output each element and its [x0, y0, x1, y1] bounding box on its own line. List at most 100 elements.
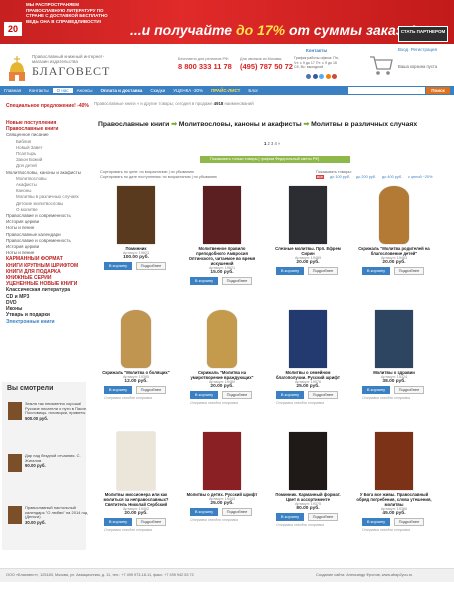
add-to-cart-button[interactable]: В корзину — [362, 267, 390, 275]
bold-cat-1[interactable]: КНИГИ КРУПНЫМ ШРИФТОМ — [6, 263, 90, 269]
details-button[interactable]: Подробнее — [222, 277, 252, 285]
product-cover[interactable] — [207, 310, 237, 368]
details-button[interactable]: Подробнее — [136, 262, 166, 270]
product-cover[interactable] — [117, 186, 155, 244]
prayers-sub-3[interactable]: Молитвы в различных случаях — [6, 194, 90, 200]
seen-book-cover[interactable] — [8, 402, 22, 420]
cart-icon[interactable] — [368, 52, 394, 78]
price-filter-4[interactable]: с ценой ~20% — [408, 175, 432, 179]
register-link[interactable]: Регистрация — [411, 47, 437, 52]
price-filter-2[interactable]: до 200 руб. — [356, 175, 376, 179]
product-cover[interactable] — [121, 310, 151, 368]
details-button[interactable]: Подробнее — [222, 508, 252, 516]
search-button[interactable]: Поиск — [426, 87, 450, 94]
logo-name[interactable]: БЛАГОВЕСТ — [32, 64, 110, 79]
search-input[interactable] — [348, 87, 425, 94]
product-cover[interactable] — [289, 186, 327, 244]
title-part-0[interactable]: Православные книги — [98, 121, 169, 128]
seen-book-cover[interactable] — [8, 454, 22, 472]
details-button[interactable]: Подробнее — [394, 386, 424, 394]
banner-headline-accent: до 17% — [235, 22, 286, 38]
bold-cat-10[interactable]: Электронные книги — [6, 319, 90, 325]
social-icon-2[interactable] — [319, 74, 324, 79]
product-card: У Бога все живы. Православный обряд погр… — [356, 432, 432, 532]
product-name[interactable]: Слезные молитвы. Прп. Ефрем Сирин — [270, 246, 346, 256]
product-price: 20.00 руб. — [210, 384, 234, 389]
page-»[interactable]: » — [278, 141, 280, 146]
prayers-link[interactable]: Молитвословы, каноны и акафисты — [6, 170, 90, 176]
product-cover[interactable] — [203, 186, 241, 244]
product-name[interactable]: Поминник. Карманный формат. Цвет в ассор… — [270, 492, 346, 502]
product-cover[interactable] — [375, 432, 413, 490]
add-to-cart-button[interactable]: В корзину — [362, 518, 390, 526]
become-partner-button[interactable]: СТАТЬ ПАРТНЕРОМ — [398, 26, 448, 42]
contacts-link[interactable]: Контакты — [306, 48, 327, 53]
footer-credits[interactable]: Создание сайта: Александр Фролов, www.af… — [316, 573, 412, 577]
product-cover[interactable] — [289, 310, 327, 368]
login-link[interactable]: Вход — [398, 47, 408, 52]
shipping-note: Отправка сегодня отправка — [276, 523, 324, 527]
product-cover[interactable] — [289, 432, 327, 490]
nav-item-5[interactable]: Скидки — [146, 88, 169, 93]
details-button[interactable]: Подробнее — [394, 518, 424, 526]
details-button[interactable]: Подробнее — [136, 386, 166, 394]
product-name[interactable]: Молитвенное правило преподобного Амвроси… — [184, 246, 260, 266]
church-dome-icon[interactable] — [6, 56, 28, 82]
breadcrumb-text[interactable]: Православные книги » и другие товары; се… — [94, 101, 213, 106]
add-to-cart-button[interactable]: В корзину — [276, 267, 304, 275]
seen-book-cover[interactable] — [8, 506, 22, 524]
add-to-cart-button[interactable]: В корзину — [190, 391, 218, 399]
product-cover[interactable] — [117, 432, 155, 490]
nav-item-0[interactable]: Главная — [0, 88, 25, 93]
social-icon-3[interactable] — [325, 74, 331, 79]
nav-item-1[interactable]: Контакты — [25, 88, 52, 93]
add-to-cart-button[interactable]: В корзину — [276, 391, 304, 399]
product-name[interactable]: Скрижаль "Молитва на умиротворение вражд… — [184, 370, 260, 380]
special-offer-link[interactable]: Специальное предложение! -40% — [6, 103, 90, 109]
nav-item-3[interactable]: Анонсы — [73, 88, 97, 93]
sort-by-date[interactable]: Сортировать по дате поступления: по возр… — [100, 175, 217, 180]
page-title: Православные книги ➡ Молитвословы, канон… — [98, 120, 417, 128]
filter-bar[interactable]: Показывать только товары [ графим Федера… — [200, 156, 350, 163]
details-button[interactable]: Подробнее — [136, 518, 166, 526]
title-part-2[interactable]: Молитвы в различных случаях — [311, 121, 417, 128]
recently-viewed-list: Земля так неизменно хороша! Русские писа… — [8, 401, 88, 558]
product-cover[interactable] — [379, 186, 409, 244]
product-name[interactable]: У Бога все живы. Православный обряд погр… — [356, 492, 432, 507]
product-cover[interactable] — [375, 310, 413, 368]
product-cover[interactable] — [203, 432, 241, 490]
add-to-cart-button[interactable]: В корзину — [276, 513, 304, 521]
details-button[interactable]: Подробнее — [308, 267, 338, 275]
social-icon-1[interactable] — [312, 74, 318, 79]
add-to-cart-button[interactable]: В корзину — [104, 262, 132, 270]
social-icon-4[interactable] — [332, 74, 337, 79]
details-button[interactable]: Подробнее — [222, 391, 252, 399]
add-to-cart-button[interactable]: В корзину — [104, 386, 132, 394]
product-name[interactable]: Молитвы миссионера или как молиться за н… — [98, 492, 174, 507]
nav-item-6[interactable]: УЦЕНКА -30% — [169, 88, 207, 93]
product-price: 25.00 руб. — [296, 384, 320, 389]
details-button[interactable]: Подробнее — [308, 513, 338, 521]
price-filter-3[interactable]: до 400 руб. — [382, 175, 402, 179]
seen-item-0[interactable]: Земля так неизменно хороша! Русские писа… — [8, 401, 88, 454]
seen-item-1[interactable]: Дар над бездной отчаяния. С. Жигалов 90.0… — [8, 453, 88, 506]
nav-item-2[interactable]: О нас — [52, 88, 73, 93]
title-part-1[interactable]: Молитвословы, каноны и акафисты — [179, 121, 302, 128]
add-to-cart-button[interactable]: В корзину — [362, 386, 390, 394]
price-filter-0[interactable]: все — [316, 175, 324, 179]
nav-item-8[interactable]: Блог — [244, 88, 262, 93]
product-name[interactable]: Скрижаль "Молитва родителей на благослов… — [356, 246, 432, 256]
nav-item-7[interactable]: ПРАЙС-ЛИСТ — [207, 88, 244, 93]
price-filter-1[interactable]: до 100 руб. — [330, 175, 350, 179]
product-buttons: В корзину Подробнее — [270, 513, 346, 521]
product-name[interactable]: Молитвы о семейном благополучии. Русский… — [270, 370, 346, 380]
details-button[interactable]: Подробнее — [308, 391, 338, 399]
add-to-cart-button[interactable]: В корзину — [104, 518, 132, 526]
nav-item-4[interactable]: Оплата и доставка — [97, 88, 147, 93]
details-button[interactable]: Подробнее — [394, 267, 424, 275]
cart-status[interactable]: Ваша корзина пуста — [398, 64, 437, 69]
social-icon-0[interactable] — [306, 74, 311, 79]
add-to-cart-button[interactable]: В корзину — [190, 277, 218, 285]
seen-item-2[interactable]: Православный настольный календарь "О люб… — [8, 505, 88, 558]
add-to-cart-button[interactable]: В корзину — [190, 508, 218, 516]
